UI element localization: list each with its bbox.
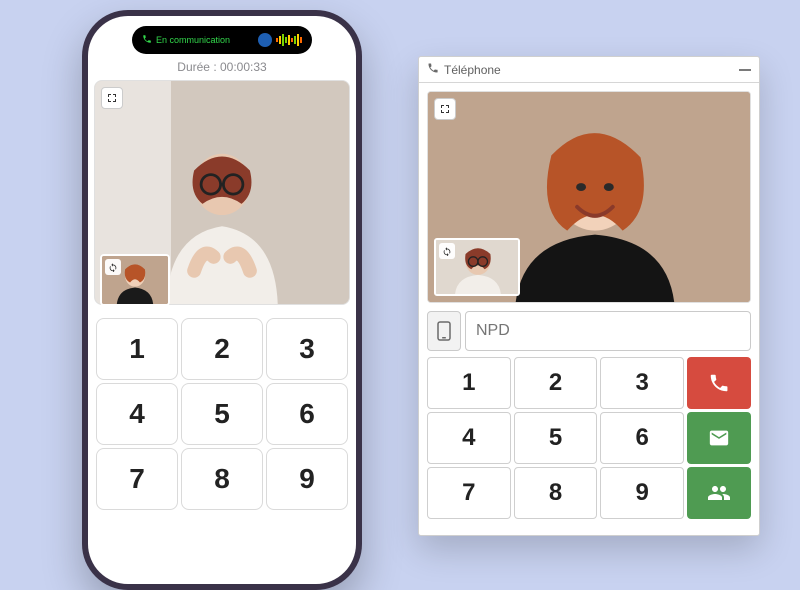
- group-action-button[interactable]: [687, 467, 751, 519]
- phone-key-3[interactable]: 3: [266, 318, 348, 380]
- widget-key-8[interactable]: 8: [514, 467, 598, 519]
- expand-icon: [439, 103, 451, 115]
- phone-key-1[interactable]: 1: [96, 318, 178, 380]
- phone-icon: [708, 372, 730, 394]
- phone-key-6[interactable]: 6: [266, 383, 348, 445]
- swap-icon: [442, 246, 452, 256]
- widget-key-3[interactable]: 3: [600, 357, 684, 409]
- phone-key-4[interactable]: 4: [96, 383, 178, 445]
- widget-keypad: 1 2 3 4 5 6 7 8 9: [419, 351, 759, 527]
- mail-icon: [708, 427, 730, 449]
- widget-key-7[interactable]: 7: [427, 467, 511, 519]
- widget-titlebar[interactable]: Téléphone: [419, 57, 759, 83]
- expand-icon: [106, 92, 118, 104]
- swap-camera-button[interactable]: [439, 243, 455, 259]
- widget-key-9[interactable]: 9: [600, 467, 684, 519]
- audio-wave-icon: [276, 33, 302, 47]
- phone-icon: [427, 62, 439, 77]
- widget-self-view-pip[interactable]: [434, 238, 520, 296]
- dial-row: [419, 311, 759, 351]
- dial-input[interactable]: [465, 311, 751, 351]
- widget-title: Téléphone: [444, 63, 501, 77]
- widget-key-2[interactable]: 2: [514, 357, 598, 409]
- phone-key-7[interactable]: 7: [96, 448, 178, 510]
- mail-action-button[interactable]: [687, 412, 751, 464]
- call-duration: Durée : 00:00:33: [88, 60, 356, 74]
- phone-key-8[interactable]: 8: [181, 448, 263, 510]
- swap-camera-button[interactable]: [105, 259, 121, 275]
- face-icon: [258, 33, 272, 47]
- phone-self-view-pip[interactable]: [100, 254, 170, 306]
- island-right-cluster: [258, 33, 302, 47]
- minimize-button[interactable]: [739, 69, 751, 71]
- phone-device-frame: En communication: [82, 10, 362, 590]
- phone-key-5[interactable]: 5: [181, 383, 263, 445]
- widget-key-5[interactable]: 5: [514, 412, 598, 464]
- phone-key-9[interactable]: 9: [266, 448, 348, 510]
- telephone-widget-window: Téléphone: [418, 56, 760, 536]
- dynamic-island[interactable]: En communication: [132, 26, 312, 54]
- phone-key-2[interactable]: 2: [181, 318, 263, 380]
- call-action-button[interactable]: [687, 357, 751, 409]
- call-status-indicator: En communication: [142, 31, 230, 49]
- expand-video-button[interactable]: [101, 87, 123, 109]
- mobile-device-icon: [437, 321, 451, 341]
- widget-key-6[interactable]: 6: [600, 412, 684, 464]
- group-icon: [707, 481, 731, 505]
- phone-icon: [142, 31, 152, 49]
- expand-video-button[interactable]: [434, 98, 456, 120]
- device-selector-button[interactable]: [427, 311, 461, 351]
- phone-screen: En communication: [88, 16, 356, 584]
- widget-key-4[interactable]: 4: [427, 412, 511, 464]
- widget-main-video[interactable]: [427, 91, 751, 303]
- widget-key-1[interactable]: 1: [427, 357, 511, 409]
- swap-icon: [108, 262, 118, 272]
- call-status-label: En communication: [156, 35, 230, 45]
- phone-keypad: 1 2 3 4 5 6 7 8 9: [92, 314, 352, 514]
